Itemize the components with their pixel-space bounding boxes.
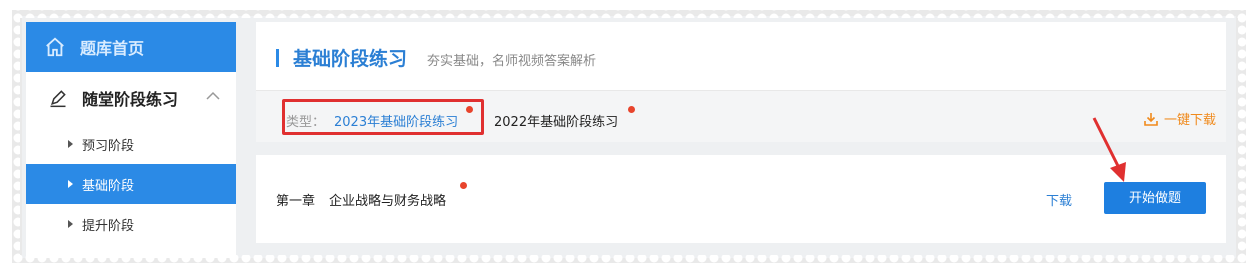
torn-edge-border xyxy=(0,0,1258,273)
screenshot-frame: 题库首页 随堂阶段练习 预习阶段 基础阶段 提升阶段 基础阶段练习 夯实基础，名… xyxy=(0,0,1258,273)
